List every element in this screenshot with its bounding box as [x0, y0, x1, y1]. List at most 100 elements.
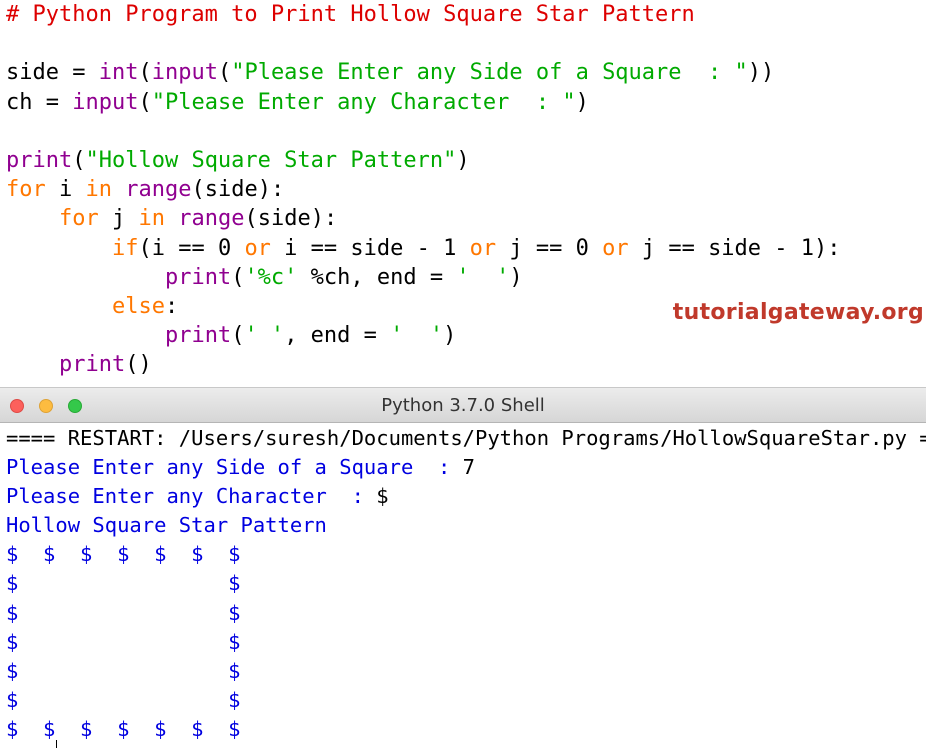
code-token: ( [72, 148, 85, 173]
code-token: ) [576, 90, 589, 115]
code-token: j == side - 1): [629, 236, 841, 261]
shell-output-text: $ $ $ $ $ $ $ [6, 717, 241, 741]
shell-output-text: $ $ [6, 659, 241, 683]
shell-output-text: Hollow Square Star Pattern [6, 513, 327, 537]
shell-output-line: $ $ [6, 657, 926, 686]
code-token: input [72, 90, 138, 115]
code-token: '%c' [244, 265, 297, 290]
shell-output-line: $ $ [6, 569, 926, 598]
code-line[interactable]: side = int(input("Please Enter any Side … [6, 58, 841, 87]
shell-output-text: $ $ [6, 630, 241, 654]
code-token: i == side - 1 [271, 236, 470, 261]
code-token: () [125, 352, 152, 377]
code-token: or [470, 236, 497, 261]
code-token: ) [509, 265, 522, 290]
code-token: for [6, 177, 46, 202]
code-token: ch = [6, 90, 72, 115]
shell-output-line: $ $ [6, 686, 926, 715]
code-token [112, 177, 125, 202]
user-input-text: $ [376, 484, 388, 508]
code-line[interactable]: # Python Program to Print Hollow Square … [6, 0, 841, 29]
code-token: : [165, 294, 178, 319]
code-token: "Hollow Square Star Pattern" [85, 148, 456, 173]
code-token: %ch, end = [297, 265, 456, 290]
shell-output-text: Please Enter any Side of a Square : [6, 455, 463, 479]
code-token: for [59, 206, 99, 231]
code-line[interactable]: ch = input("Please Enter any Character :… [6, 88, 841, 117]
code-line[interactable]: print('%c' %ch, end = ' ') [6, 263, 841, 292]
code-token [6, 294, 112, 319]
code-line[interactable]: if(i == 0 or i == side - 1 or j == 0 or … [6, 234, 841, 263]
code-token: if [112, 236, 139, 261]
code-token [6, 352, 59, 377]
code-token: ( [218, 60, 231, 85]
code-token: range [178, 206, 244, 231]
shell-output-line: Please Enter any Side of a Square : 7 [6, 453, 926, 482]
code-token: print [165, 323, 231, 348]
code-line[interactable]: print("Hollow Square Star Pattern") [6, 146, 841, 175]
python-shell-window[interactable]: Python 3.7.0 Shell ==== RESTART: /Users/… [0, 387, 926, 748]
code-token [6, 236, 112, 261]
shell-output-text: $ $ [6, 688, 241, 712]
code-token: in [86, 177, 113, 202]
code-token: (side): [244, 206, 337, 231]
code-token: input [152, 60, 218, 85]
user-input-text: 7 [463, 455, 475, 479]
code-token [6, 206, 59, 231]
code-token: , end = [284, 323, 390, 348]
code-token: ( [231, 323, 244, 348]
code-token: in [138, 206, 165, 231]
code-token: ' ' [456, 265, 509, 290]
code-token: print [165, 265, 231, 290]
code-token: (i == 0 [138, 236, 244, 261]
code-token: range [125, 177, 191, 202]
shell-output-text: Please Enter any Character : [6, 484, 376, 508]
code-line[interactable]: print(' ', end = ' ') [6, 321, 841, 350]
code-line[interactable] [6, 29, 841, 58]
shell-output-line: $ $ $ $ $ $ $ [6, 540, 926, 569]
shell-output-line: ==== RESTART: /Users/suresh/Documents/Py… [6, 424, 926, 453]
code-token: ' ' [244, 323, 284, 348]
code-token: or [602, 236, 629, 261]
code-token: ) [443, 323, 456, 348]
code-token: j [99, 206, 139, 231]
code-line[interactable]: print() [6, 350, 841, 379]
code-token: int [99, 60, 139, 85]
code-token: "Please Enter any Character : " [152, 90, 576, 115]
code-token: # Python Program to Print Hollow Square … [6, 2, 695, 27]
code-editor[interactable]: # Python Program to Print Hollow Square … [0, 0, 926, 387]
code-token: print [6, 148, 72, 173]
shell-output-line: $ $ [6, 599, 926, 628]
shell-output-line: $ $ $ $ $ $ $ [6, 715, 926, 744]
shell-output-line: $ $ [6, 628, 926, 657]
code-token: j == 0 [496, 236, 602, 261]
code-token: ( [231, 265, 244, 290]
code-token: ) [456, 148, 469, 173]
code-line[interactable]: for i in range(side): [6, 175, 841, 204]
watermark: tutorialgateway.org [673, 300, 924, 325]
shell-output-text: $ $ [6, 571, 241, 595]
code-token: print [59, 352, 125, 377]
code-token: (side): [191, 177, 284, 202]
code-token: else [112, 294, 165, 319]
code-token [165, 206, 178, 231]
code-token: )) [748, 60, 775, 85]
shell-output-text: $ $ $ $ $ $ $ [6, 542, 241, 566]
code-token [6, 323, 165, 348]
code-token: i [46, 177, 86, 202]
code-token: or [244, 236, 271, 261]
code-token: "Please Enter any Side of a Square : " [231, 60, 748, 85]
shell-titlebar[interactable]: Python 3.7.0 Shell [0, 387, 926, 423]
code-token: ' ' [390, 323, 443, 348]
shell-output-line: Hollow Square Star Pattern [6, 511, 926, 540]
code-token [6, 265, 165, 290]
shell-output-text: ==== RESTART: /Users/suresh/Documents/Py… [6, 426, 926, 450]
code-token: side = [6, 60, 99, 85]
shell-output-text: $ $ [6, 601, 241, 625]
shell-output[interactable]: ==== RESTART: /Users/suresh/Documents/Py… [6, 424, 926, 744]
code-line[interactable]: for j in range(side): [6, 204, 841, 233]
shell-title: Python 3.7.0 Shell [0, 395, 926, 416]
code-token: ( [138, 90, 151, 115]
code-token: ( [138, 60, 151, 85]
code-line[interactable] [6, 117, 841, 146]
